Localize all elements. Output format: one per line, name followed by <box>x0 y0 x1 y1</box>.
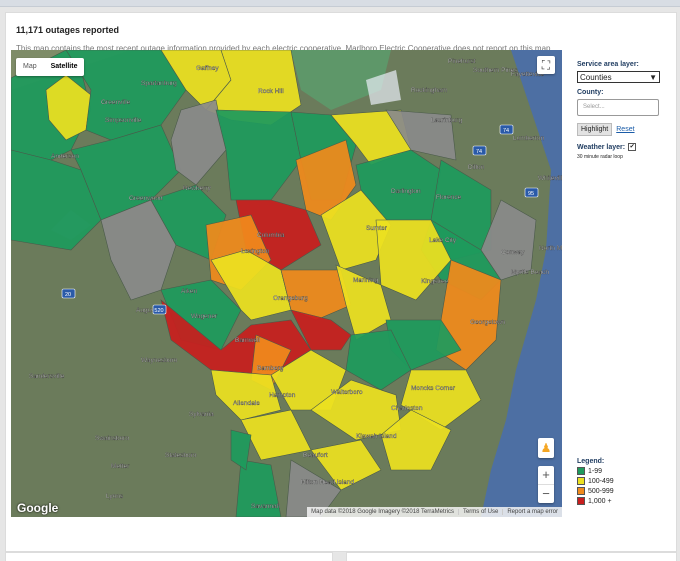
map-legend: Legend: 1-99 100-499 500-999 1,000 + <box>577 458 614 505</box>
top-bar <box>0 0 680 7</box>
weather-layer-checkbox[interactable]: ✔ <box>628 143 637 151</box>
place-label: North Myrtle Beach <box>539 245 562 252</box>
legend-item: 1,000 + <box>577 497 614 505</box>
place-label: Greenwood <box>129 195 163 202</box>
map-canvas[interactable]: PinehurstSouthern PinesFayettevilleRocki… <box>11 50 562 517</box>
place-label: Walterboro <box>331 389 363 396</box>
place-label: Gaffney <box>196 65 219 72</box>
legend-swatch <box>577 477 585 485</box>
place-label: Waynesboro <box>141 357 178 364</box>
place-label: Lumberton <box>513 135 544 142</box>
place-label: Spartanburg <box>141 80 177 87</box>
place-label: Bamberg <box>257 365 284 372</box>
place-label: Dillon <box>468 164 485 171</box>
service-area-label: Service area layer: <box>577 61 639 68</box>
legend-label: 1-99 <box>588 467 603 475</box>
legend-label: 100-499 <box>588 477 614 485</box>
report-map-error-link[interactable]: Report a map error <box>502 509 562 515</box>
place-label: Orangeburg <box>273 295 308 302</box>
legend-swatch <box>577 467 585 475</box>
zoom-in-button[interactable]: + <box>538 466 554 484</box>
place-label: Newberry <box>183 185 212 192</box>
reset-link[interactable]: Reset <box>616 126 634 133</box>
route-number: 20 <box>65 292 71 298</box>
highlight-row: Highlight Reset <box>577 123 672 136</box>
place-label: Savannah <box>251 503 281 510</box>
place-label: Swainsboro <box>95 435 129 442</box>
pegman-icon[interactable]: ♟ <box>538 438 554 458</box>
attribution-data: Map data ©2018 Google Imagery ©2018 Terr… <box>311 509 454 515</box>
dropdown-arrow-icon: ▼ <box>649 72 657 82</box>
weather-layer-label: Weather layer: <box>577 143 626 151</box>
place-label: Sandersville <box>29 373 65 380</box>
place-label: Anderson <box>51 153 79 160</box>
county-label: County: <box>577 89 604 96</box>
place-label: Kiawah Island <box>356 433 397 440</box>
place-label: Columbia <box>257 232 285 239</box>
legend-item: 500-999 <box>577 487 614 495</box>
map-sidebar: Service area layer: Counties ▼ County: S… <box>577 61 672 160</box>
legend-item: 1-99 <box>577 467 614 475</box>
route-number: 520 <box>154 308 163 314</box>
map-type-satellite[interactable]: Satellite <box>44 58 85 76</box>
route-number: 74 <box>503 128 509 134</box>
weather-note: 30 minute radar loop <box>577 154 623 160</box>
route-number: 95 <box>528 191 534 197</box>
place-label: Aiken <box>181 288 198 295</box>
place-label: Rockingham <box>411 87 447 94</box>
fullscreen-icon[interactable]: ⛶ <box>537 56 555 74</box>
place-label: Sylvania <box>189 411 214 418</box>
place-label: Rock Hill <box>258 88 284 95</box>
place-label: Moncks Corner <box>411 385 456 392</box>
place-label: Georgetown <box>470 319 506 326</box>
outage-map[interactable]: Pinehurst Southern Pines Fayetteville Rocki… <box>11 50 562 517</box>
service-area-select[interactable]: Counties ▼ <box>577 71 660 83</box>
place-label: Greenville <box>101 99 131 106</box>
place-label: Barnwell <box>235 337 260 344</box>
place-label: Darlington <box>391 188 421 195</box>
place-label: Lexington <box>241 248 270 255</box>
place-label: Lyons <box>106 493 124 500</box>
place-label: Beaufort <box>303 452 328 459</box>
place-label: Laurinburg <box>431 117 462 124</box>
place-label: Hilton Head Island <box>301 479 354 486</box>
place-label: Lake City <box>429 237 457 244</box>
outage-count-title: 11,171 outages reported <box>16 25 120 35</box>
legend-swatch <box>577 487 585 495</box>
google-logo: Google <box>17 501 59 515</box>
weather-layer-row: Weather layer: ✔ <box>577 143 672 151</box>
place-label: Charleston <box>391 405 423 412</box>
zoom-control: + − <box>538 466 554 503</box>
place-label: Wagener <box>191 313 218 320</box>
highlight-button[interactable]: Highlight <box>577 123 613 136</box>
place-label: Conway <box>501 249 525 256</box>
place-label: Pinehurst <box>448 58 476 65</box>
map-type-map[interactable]: Map <box>16 58 44 76</box>
place-label: Manning <box>353 277 378 284</box>
legend-label: 1,000 + <box>588 497 612 505</box>
map-attribution: Map data ©2018 Google Imagery ©2018 Terr… <box>307 507 562 517</box>
place-label: Kingstree <box>421 278 449 285</box>
place-label: Whiteville <box>538 175 562 182</box>
legend-item: 100-499 <box>577 477 614 485</box>
legend-label: 500-999 <box>588 487 614 495</box>
legend-swatch <box>577 497 585 505</box>
place-label: Sumter <box>366 225 388 232</box>
service-area-value: Counties <box>580 72 612 82</box>
county-input[interactable]: Select... <box>577 99 659 116</box>
route-number: 74 <box>476 149 482 155</box>
place-label: Hampton <box>269 392 296 399</box>
terms-of-use-link[interactable]: Terms of Use <box>457 509 502 515</box>
place-label: Statesboro <box>165 452 197 459</box>
map-type-control: Map Satellite <box>16 58 85 76</box>
legend-title: Legend: <box>577 458 605 465</box>
place-label: Metter <box>111 463 130 470</box>
place-label: Allendale <box>233 400 260 407</box>
place-label: Florence <box>436 194 462 201</box>
place-label: Myrtle Beach <box>511 269 549 276</box>
zoom-out-button[interactable]: − <box>538 484 554 503</box>
place-label: Simpsonville <box>105 117 142 124</box>
